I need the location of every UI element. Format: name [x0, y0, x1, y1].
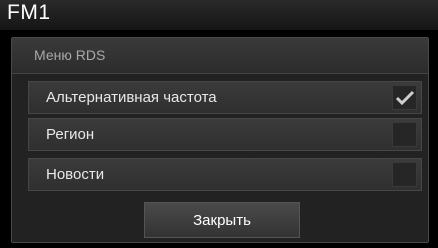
- option-news[interactable]: Новости: [28, 158, 422, 191]
- option-label: Регион: [46, 126, 95, 143]
- page-title: FM1: [7, 1, 51, 24]
- option-label: Альтернативная частота: [46, 89, 217, 106]
- region-checkbox[interactable]: [392, 122, 417, 147]
- dialog-title: Меню RDS: [34, 47, 106, 63]
- check-icon: [395, 90, 415, 106]
- close-button[interactable]: Закрыть: [144, 202, 300, 238]
- option-label: Новости: [46, 166, 105, 183]
- option-region[interactable]: Регион: [28, 118, 422, 151]
- title-bar: FM1: [0, 0, 438, 30]
- news-checkbox[interactable]: [392, 162, 417, 187]
- rds-menu-dialog: Меню RDS Альтернативная частота Регион Н…: [11, 37, 429, 243]
- alternative-frequency-checkbox[interactable]: [392, 85, 417, 110]
- option-alternative-frequency[interactable]: Альтернативная частота: [28, 81, 422, 114]
- rds-screen: FM1 Меню RDS Альтернативная частота Реги…: [0, 0, 438, 248]
- close-button-label: Закрыть: [193, 212, 251, 229]
- dialog-header: Меню RDS: [12, 38, 428, 74]
